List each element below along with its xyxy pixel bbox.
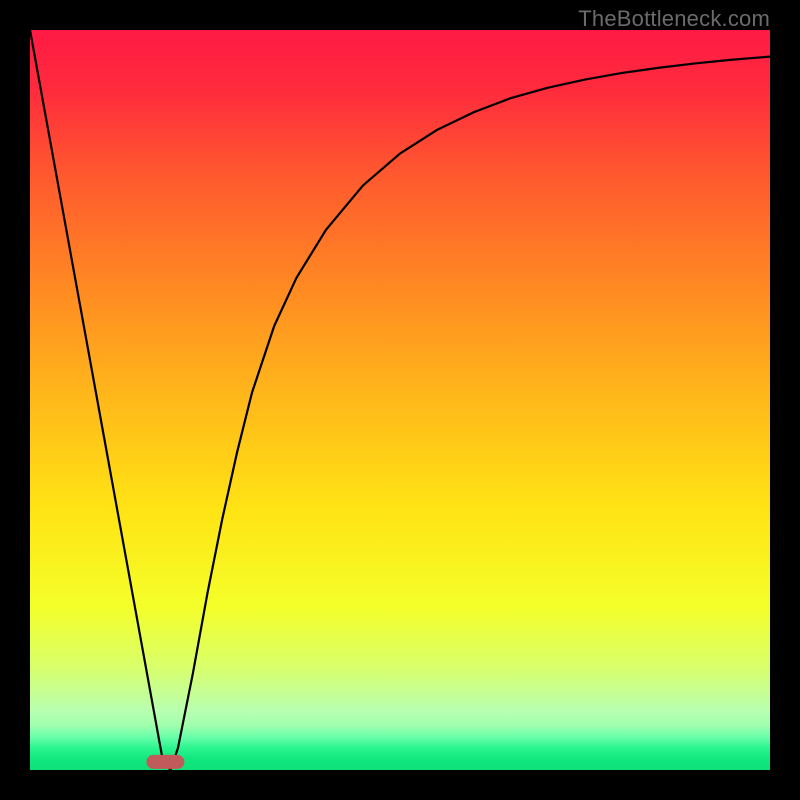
optimal-marker [146,755,184,769]
chart-frame: TheBottleneck.com [0,0,800,800]
chart-svg [30,30,770,770]
watermark-text: TheBottleneck.com [578,6,770,32]
gradient-background [30,30,770,770]
plot-area [30,30,770,770]
